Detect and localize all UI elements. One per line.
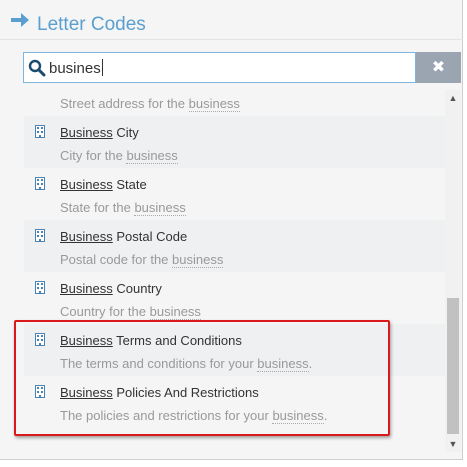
list-item[interactable]: Business Country Country for the busines… — [24, 272, 445, 324]
search-value: busines — [49, 59, 103, 77]
list-item[interactable]: Business Postal Code Postal code for the… — [24, 220, 445, 272]
building-icon — [35, 125, 45, 138]
building-icon — [35, 229, 45, 242]
chevron-down-icon[interactable]: ▼ — [445, 436, 461, 452]
item-description: City for the business — [60, 148, 178, 164]
list-item[interactable]: Business City City for the business — [24, 116, 445, 168]
search-input[interactable]: busines — [23, 52, 416, 83]
item-description: Street address for the business — [60, 96, 240, 112]
clear-search-button[interactable]: ✖ — [416, 52, 461, 83]
item-name: Business Country — [60, 281, 162, 296]
chevron-up-icon[interactable]: ▲ — [445, 90, 461, 106]
panel-title: Letter Codes — [37, 14, 146, 35]
scrollbar-thumb[interactable] — [447, 298, 459, 434]
list-item[interactable]: Business State State for the business — [24, 168, 445, 220]
building-icon — [35, 177, 45, 190]
list-scrollbar[interactable]: ▲ ▼ — [445, 90, 461, 452]
item-name: Business City — [60, 125, 139, 140]
item-name: Business State — [60, 177, 147, 192]
item-name: Business Postal Code — [60, 229, 188, 244]
highlight-annotation-box — [14, 320, 390, 436]
search-icon — [28, 59, 46, 77]
panel-header: Letter Codes — [0, 0, 463, 40]
item-description: State for the business — [60, 200, 186, 216]
item-description: Country for the business — [60, 304, 201, 320]
list-item[interactable]: Street address for the business — [24, 90, 445, 116]
letter-codes-panel: Letter Codes busines ✖ Street address fo… — [0, 0, 463, 460]
item-description: Postal code for the business — [60, 252, 224, 268]
close-icon: ✖ — [431, 59, 446, 76]
building-icon — [35, 281, 45, 294]
text-caret — [101, 59, 103, 76]
arrow-right-icon — [11, 13, 29, 27]
